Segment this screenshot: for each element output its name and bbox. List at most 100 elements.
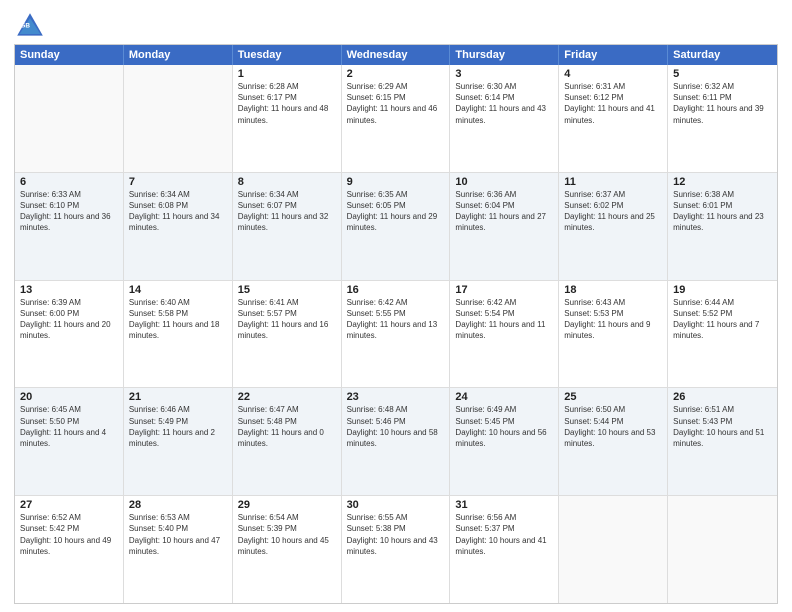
day-number: 24 [455,391,553,403]
calendar: SundayMondayTuesdayWednesdayThursdayFrid… [14,44,778,604]
day-cell-14: 14Sunrise: 6:40 AM Sunset: 5:58 PM Dayli… [124,281,233,388]
empty-cell [668,496,777,603]
day-cell-24: 24Sunrise: 6:49 AM Sunset: 5:45 PM Dayli… [450,388,559,495]
day-info: Sunrise: 6:33 AM Sunset: 6:10 PM Dayligh… [20,189,118,234]
day-info: Sunrise: 6:34 AM Sunset: 6:07 PM Dayligh… [238,189,336,234]
day-number: 19 [673,284,772,296]
day-cell-27: 27Sunrise: 6:52 AM Sunset: 5:42 PM Dayli… [15,496,124,603]
day-number: 30 [347,499,445,511]
logo-icon: GB [14,10,46,42]
calendar-week-4: 20Sunrise: 6:45 AM Sunset: 5:50 PM Dayli… [15,387,777,495]
day-cell-13: 13Sunrise: 6:39 AM Sunset: 6:00 PM Dayli… [15,281,124,388]
day-number: 17 [455,284,553,296]
day-cell-26: 26Sunrise: 6:51 AM Sunset: 5:43 PM Dayli… [668,388,777,495]
day-info: Sunrise: 6:52 AM Sunset: 5:42 PM Dayligh… [20,512,118,557]
day-cell-10: 10Sunrise: 6:36 AM Sunset: 6:04 PM Dayli… [450,173,559,280]
header-day-tuesday: Tuesday [233,45,342,65]
header-day-wednesday: Wednesday [342,45,451,65]
day-cell-16: 16Sunrise: 6:42 AM Sunset: 5:55 PM Dayli… [342,281,451,388]
day-number: 22 [238,391,336,403]
empty-cell [15,65,124,172]
day-info: Sunrise: 6:31 AM Sunset: 6:12 PM Dayligh… [564,81,662,126]
day-info: Sunrise: 6:50 AM Sunset: 5:44 PM Dayligh… [564,404,662,449]
day-number: 1 [238,68,336,80]
day-info: Sunrise: 6:47 AM Sunset: 5:48 PM Dayligh… [238,404,336,449]
calendar-week-3: 13Sunrise: 6:39 AM Sunset: 6:00 PM Dayli… [15,280,777,388]
day-info: Sunrise: 6:56 AM Sunset: 5:37 PM Dayligh… [455,512,553,557]
day-cell-23: 23Sunrise: 6:48 AM Sunset: 5:46 PM Dayli… [342,388,451,495]
day-number: 25 [564,391,662,403]
day-number: 27 [20,499,118,511]
header-day-sunday: Sunday [15,45,124,65]
day-info: Sunrise: 6:40 AM Sunset: 5:58 PM Dayligh… [129,297,227,342]
day-number: 5 [673,68,772,80]
day-number: 10 [455,176,553,188]
top-section: GB [14,10,778,42]
day-cell-3: 3Sunrise: 6:30 AM Sunset: 6:14 PM Daylig… [450,65,559,172]
day-info: Sunrise: 6:37 AM Sunset: 6:02 PM Dayligh… [564,189,662,234]
day-cell-29: 29Sunrise: 6:54 AM Sunset: 5:39 PM Dayli… [233,496,342,603]
day-cell-1: 1Sunrise: 6:28 AM Sunset: 6:17 PM Daylig… [233,65,342,172]
day-number: 11 [564,176,662,188]
day-number: 9 [347,176,445,188]
day-info: Sunrise: 6:51 AM Sunset: 5:43 PM Dayligh… [673,404,772,449]
header-day-thursday: Thursday [450,45,559,65]
day-number: 20 [20,391,118,403]
day-cell-25: 25Sunrise: 6:50 AM Sunset: 5:44 PM Dayli… [559,388,668,495]
day-number: 26 [673,391,772,403]
day-cell-2: 2Sunrise: 6:29 AM Sunset: 6:15 PM Daylig… [342,65,451,172]
day-info: Sunrise: 6:41 AM Sunset: 5:57 PM Dayligh… [238,297,336,342]
day-cell-8: 8Sunrise: 6:34 AM Sunset: 6:07 PM Daylig… [233,173,342,280]
day-cell-5: 5Sunrise: 6:32 AM Sunset: 6:11 PM Daylig… [668,65,777,172]
day-cell-11: 11Sunrise: 6:37 AM Sunset: 6:02 PM Dayli… [559,173,668,280]
day-info: Sunrise: 6:53 AM Sunset: 5:40 PM Dayligh… [129,512,227,557]
day-info: Sunrise: 6:32 AM Sunset: 6:11 PM Dayligh… [673,81,772,126]
day-cell-17: 17Sunrise: 6:42 AM Sunset: 5:54 PM Dayli… [450,281,559,388]
calendar-body: 1Sunrise: 6:28 AM Sunset: 6:17 PM Daylig… [15,65,777,603]
day-info: Sunrise: 6:29 AM Sunset: 6:15 PM Dayligh… [347,81,445,126]
day-cell-22: 22Sunrise: 6:47 AM Sunset: 5:48 PM Dayli… [233,388,342,495]
day-number: 23 [347,391,445,403]
day-number: 4 [564,68,662,80]
header-day-saturday: Saturday [668,45,777,65]
day-info: Sunrise: 6:44 AM Sunset: 5:52 PM Dayligh… [673,297,772,342]
logo: GB [14,10,50,42]
calendar-week-2: 6Sunrise: 6:33 AM Sunset: 6:10 PM Daylig… [15,172,777,280]
day-cell-12: 12Sunrise: 6:38 AM Sunset: 6:01 PM Dayli… [668,173,777,280]
day-cell-7: 7Sunrise: 6:34 AM Sunset: 6:08 PM Daylig… [124,173,233,280]
day-cell-19: 19Sunrise: 6:44 AM Sunset: 5:52 PM Dayli… [668,281,777,388]
day-number: 18 [564,284,662,296]
day-cell-20: 20Sunrise: 6:45 AM Sunset: 5:50 PM Dayli… [15,388,124,495]
day-info: Sunrise: 6:54 AM Sunset: 5:39 PM Dayligh… [238,512,336,557]
day-number: 14 [129,284,227,296]
page: GB SundayMondayTuesdayWednesdayThursdayF… [0,0,792,612]
day-info: Sunrise: 6:43 AM Sunset: 5:53 PM Dayligh… [564,297,662,342]
day-cell-21: 21Sunrise: 6:46 AM Sunset: 5:49 PM Dayli… [124,388,233,495]
day-number: 31 [455,499,553,511]
header-day-monday: Monday [124,45,233,65]
empty-cell [124,65,233,172]
day-number: 15 [238,284,336,296]
day-cell-30: 30Sunrise: 6:55 AM Sunset: 5:38 PM Dayli… [342,496,451,603]
header-day-friday: Friday [559,45,668,65]
day-number: 13 [20,284,118,296]
day-info: Sunrise: 6:36 AM Sunset: 6:04 PM Dayligh… [455,189,553,234]
day-number: 7 [129,176,227,188]
day-number: 3 [455,68,553,80]
day-cell-9: 9Sunrise: 6:35 AM Sunset: 6:05 PM Daylig… [342,173,451,280]
calendar-header: SundayMondayTuesdayWednesdayThursdayFrid… [15,45,777,65]
empty-cell [559,496,668,603]
day-number: 12 [673,176,772,188]
day-info: Sunrise: 6:42 AM Sunset: 5:55 PM Dayligh… [347,297,445,342]
day-cell-28: 28Sunrise: 6:53 AM Sunset: 5:40 PM Dayli… [124,496,233,603]
day-cell-18: 18Sunrise: 6:43 AM Sunset: 5:53 PM Dayli… [559,281,668,388]
day-cell-6: 6Sunrise: 6:33 AM Sunset: 6:10 PM Daylig… [15,173,124,280]
day-info: Sunrise: 6:30 AM Sunset: 6:14 PM Dayligh… [455,81,553,126]
day-info: Sunrise: 6:48 AM Sunset: 5:46 PM Dayligh… [347,404,445,449]
day-info: Sunrise: 6:35 AM Sunset: 6:05 PM Dayligh… [347,189,445,234]
day-info: Sunrise: 6:46 AM Sunset: 5:49 PM Dayligh… [129,404,227,449]
day-number: 8 [238,176,336,188]
day-number: 21 [129,391,227,403]
day-info: Sunrise: 6:34 AM Sunset: 6:08 PM Dayligh… [129,189,227,234]
calendar-week-5: 27Sunrise: 6:52 AM Sunset: 5:42 PM Dayli… [15,495,777,603]
